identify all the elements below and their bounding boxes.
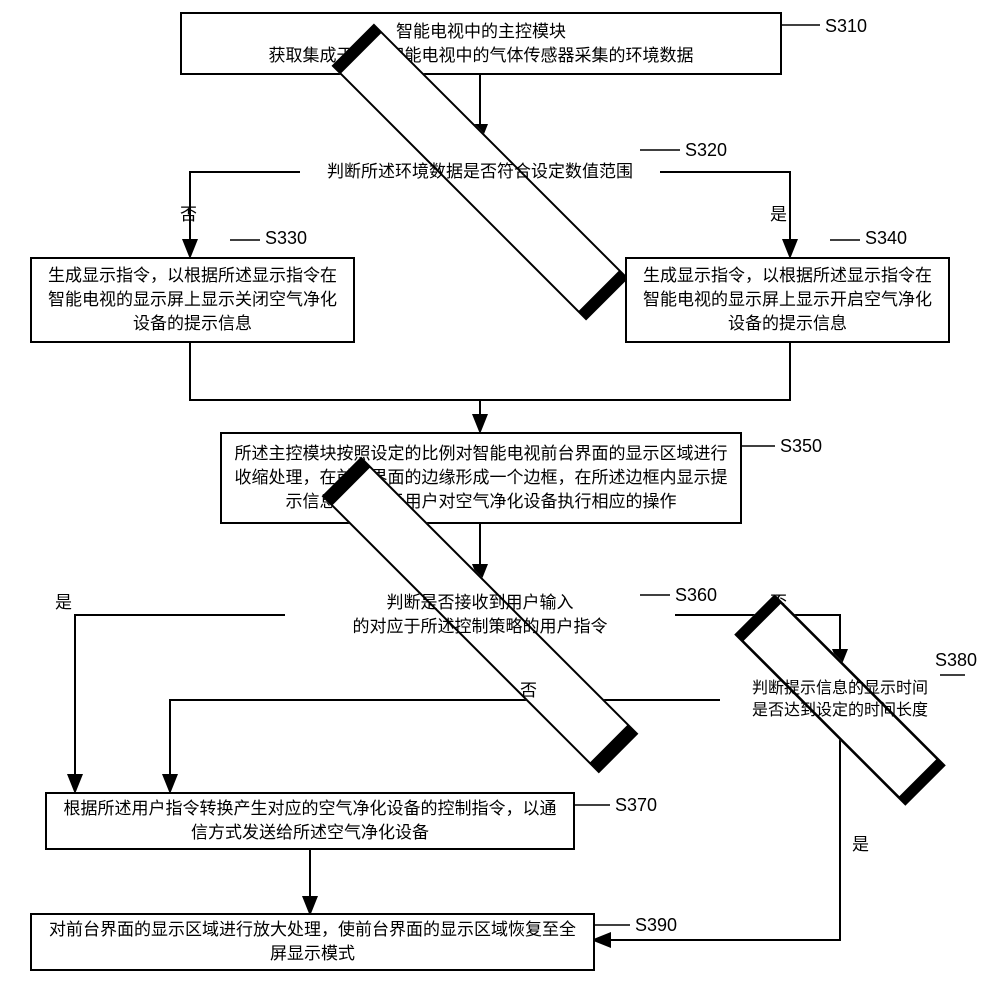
step-text: 所述主控模块按照设定的比例对智能电视前台界面的显示区域进行收缩处理，在前台界面的… [232, 442, 730, 513]
flowchart-canvas: 智能电视中的主控模块 获取集成于所述智能电视中的气体传感器采集的环境数据 S31… [0, 0, 1000, 995]
step-id-s380: S380 [935, 650, 977, 671]
step-text: 对前台界面的显示区域进行放大处理，使前台界面的显示区域恢复至全屏显示模式 [42, 918, 583, 966]
step-s330: 生成显示指令，以根据所述显示指令在智能电视的显示屏上显示关闭空气净化设备的提示信… [30, 257, 355, 343]
step-id-s360: S360 [675, 585, 717, 606]
step-id-s330: S330 [265, 228, 307, 249]
step-id-s340: S340 [865, 228, 907, 249]
step-s390: 对前台界面的显示区域进行放大处理，使前台界面的显示区域恢复至全屏显示模式 [30, 913, 595, 971]
step-id-s310: S310 [825, 16, 867, 37]
step-text: 根据所述用户指令转换产生对应的空气净化设备的控制指令，以通信方式发送给所述空气净… [57, 797, 563, 845]
branch-yes-s380: 是 [852, 830, 869, 855]
step-text: 生成显示指令，以根据所述显示指令在智能电视的显示屏上显示开启空气净化设备的提示信… [637, 264, 938, 335]
step-id-s320: S320 [685, 140, 727, 161]
branch-no-s380: 否 [520, 676, 537, 701]
step-text: 生成显示指令，以根据所述显示指令在智能电视的显示屏上显示关闭空气净化设备的提示信… [42, 264, 343, 335]
step-s340: 生成显示指令，以根据所述显示指令在智能电视的显示屏上显示开启空气净化设备的提示信… [625, 257, 950, 343]
step-s310: 智能电视中的主控模块 获取集成于所述智能电视中的气体传感器采集的环境数据 [180, 12, 782, 75]
branch-yes-s320: 是 [770, 200, 787, 225]
branch-yes-s360: 是 [55, 588, 72, 613]
step-id-s390: S390 [635, 915, 677, 936]
branch-no-s320: 否 [180, 200, 197, 225]
step-id-s350: S350 [780, 436, 822, 457]
decision-s380 [734, 594, 946, 806]
step-text: 智能电视中的主控模块 获取集成于所述智能电视中的气体传感器采集的环境数据 [269, 20, 694, 68]
step-id-s370: S370 [615, 795, 657, 816]
step-s370: 根据所述用户指令转换产生对应的空气净化设备的控制指令，以通信方式发送给所述空气净… [45, 792, 575, 850]
step-s350: 所述主控模块按照设定的比例对智能电视前台界面的显示区域进行收缩处理，在前台界面的… [220, 432, 742, 524]
